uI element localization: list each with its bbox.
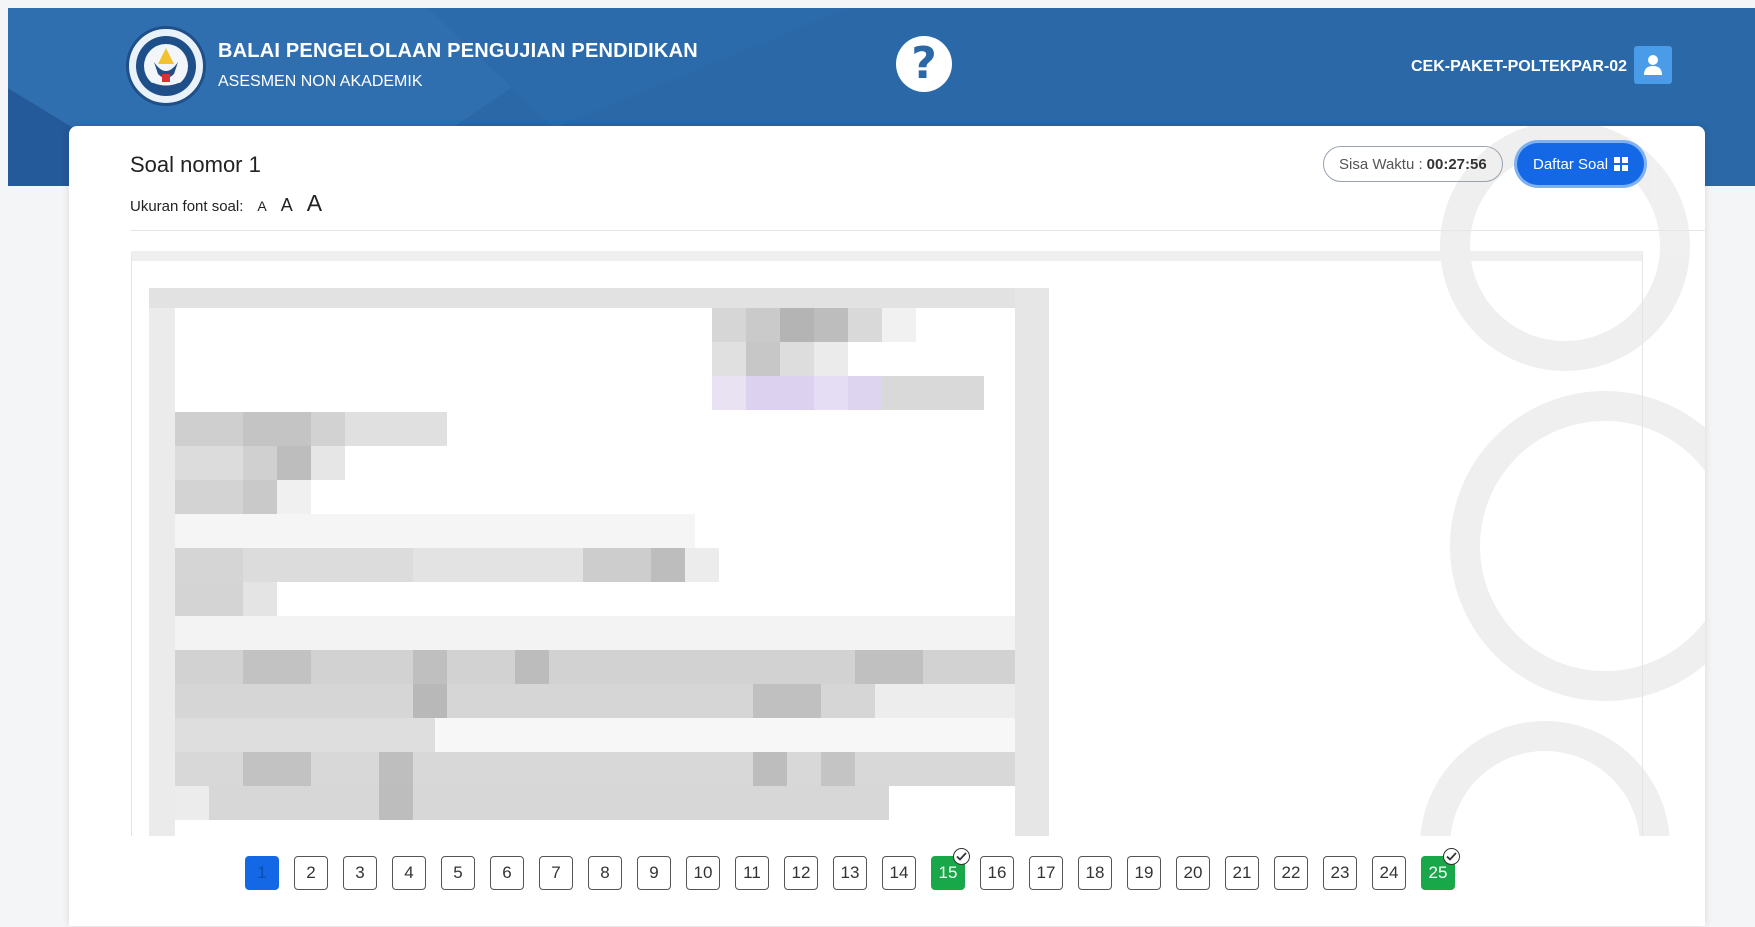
font-size-small-button[interactable]: A — [257, 198, 266, 214]
question-nav-button-12[interactable]: 12 — [784, 856, 818, 890]
font-size-medium-button[interactable]: A — [281, 195, 293, 216]
question-nav-button-17[interactable]: 17 — [1029, 856, 1063, 890]
question-navigation-bar: 1 2 3 4 5 6 7 8 9 10 11 12 13 14 15 16 17 18 19 20 21 22 23 24 2… — [69, 836, 1705, 926]
tut-wuri-handayani-logo — [126, 26, 206, 106]
question-number-title: Soal nomor 1 — [130, 152, 261, 177]
question-nav-button-6[interactable]: 6 — [490, 856, 524, 890]
question-nav-button-5[interactable]: 5 — [441, 856, 475, 890]
question-list-button[interactable]: Daftar Soal — [1517, 143, 1645, 185]
user-icon — [1644, 55, 1662, 75]
question-number-list: 1 2 3 4 5 6 7 8 9 10 11 12 13 14 15 16 17 18 19 20 21 22 23 24 2… — [245, 848, 1460, 890]
question-nav-button-11[interactable]: 11 — [735, 856, 769, 890]
question-nav-button-13[interactable]: 13 — [833, 856, 867, 890]
question-nav-button-24[interactable]: 24 — [1372, 856, 1406, 890]
institution-subtitle: ASESMEN NON AKADEMIK — [218, 73, 423, 90]
question-nav-button-19[interactable]: 19 — [1127, 856, 1161, 890]
help-button[interactable]: ? — [896, 36, 952, 92]
timer-value: 00:27:56 — [1426, 155, 1487, 173]
question-nav-button-4[interactable]: 4 — [392, 856, 426, 890]
font-size-controls: Ukuran font soal: A A A — [130, 190, 322, 217]
question-nav-button-25[interactable]: 25 — [1421, 848, 1460, 890]
question-nav-button-18[interactable]: 18 — [1078, 856, 1112, 890]
grid-icon — [1614, 157, 1629, 171]
question-nav-button-1[interactable]: 1 — [245, 856, 279, 890]
remaining-time-badge: Sisa Waktu : 00:27:56 — [1323, 146, 1503, 182]
question-nav-button-2[interactable]: 2 — [294, 856, 328, 890]
check-icon — [953, 848, 970, 865]
question-nav-button-15[interactable]: 15 — [931, 848, 970, 890]
question-nav-button-21[interactable]: 21 — [1225, 856, 1259, 890]
question-nav-button-16[interactable]: 16 — [980, 856, 1014, 890]
question-nav-button-14[interactable]: 14 — [882, 856, 916, 890]
username-label: CEK-PAKET-POLTEKPAR-02 — [1410, 58, 1627, 75]
user-menu-button[interactable] — [1634, 46, 1672, 84]
question-nav-button-7[interactable]: 7 — [539, 856, 573, 890]
question-nav-button-22[interactable]: 22 — [1274, 856, 1308, 890]
question-card: Soal nomor 1 Ukuran font soal: A A A Sis… — [69, 126, 1705, 926]
question-nav-button-9[interactable]: 9 — [637, 856, 671, 890]
font-size-label: Ukuran font soal: — [130, 198, 244, 215]
question-nav-button-23[interactable]: 23 — [1323, 856, 1357, 890]
question-nav-button-20[interactable]: 20 — [1176, 856, 1210, 890]
question-mark-icon: ? — [911, 38, 937, 89]
question-nav-button-10[interactable]: 10 — [686, 856, 720, 890]
question-nav-button-3[interactable]: 3 — [343, 856, 377, 890]
question-list-label: Daftar Soal — [1533, 155, 1609, 173]
check-icon — [1443, 848, 1460, 865]
header-decoration — [428, 8, 848, 128]
question-image-blurred — [149, 288, 1049, 848]
header-divider — [130, 230, 1705, 231]
question-nav-button-8[interactable]: 8 — [588, 856, 622, 890]
font-size-large-button[interactable]: A — [307, 190, 322, 217]
institution-title: BALAI PENGELOLAAN PENGUJIAN PENDIDIKAN — [218, 40, 698, 62]
timer-label: Sisa Waktu : — [1339, 155, 1423, 173]
